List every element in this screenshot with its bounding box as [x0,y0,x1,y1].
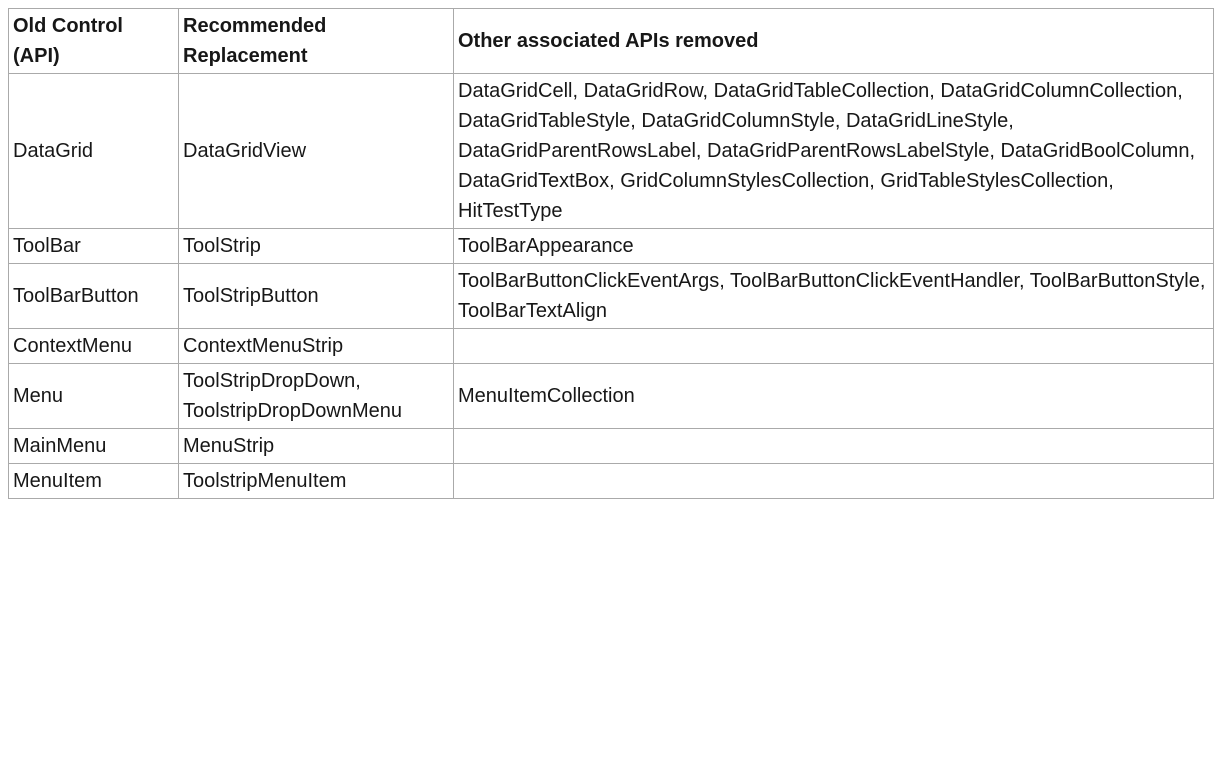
cell-old-control: MenuItem [9,464,179,499]
table-row: ToolBar ToolStrip ToolBarAppearance [9,229,1214,264]
table-row: ToolBarButton ToolStripButton ToolBarBut… [9,264,1214,329]
cell-removed [454,429,1214,464]
table-header-row: Old Control (API) Recommended Replacemen… [9,9,1214,74]
cell-removed: MenuItemCollection [454,364,1214,429]
cell-old-control: MainMenu [9,429,179,464]
cell-removed [454,464,1214,499]
cell-replacement: ToolStripDropDown, ToolstripDropDownMenu [179,364,454,429]
cell-old-control: ToolBar [9,229,179,264]
cell-old-control: DataGrid [9,74,179,229]
cell-old-control: Menu [9,364,179,429]
cell-replacement: ToolStripButton [179,264,454,329]
cell-old-control: ContextMenu [9,329,179,364]
cell-replacement: MenuStrip [179,429,454,464]
col-header-removed: Other associated APIs removed [454,9,1214,74]
api-replacement-table: Old Control (API) Recommended Replacemen… [8,8,1214,499]
cell-removed [454,329,1214,364]
table-row: MainMenu MenuStrip [9,429,1214,464]
cell-removed: DataGridCell, DataGridRow, DataGridTable… [454,74,1214,229]
cell-removed: ToolBarAppearance [454,229,1214,264]
table-row: MenuItem ToolstripMenuItem [9,464,1214,499]
col-header-replacement: Recommended Replacement [179,9,454,74]
table-row: DataGrid DataGridView DataGridCell, Data… [9,74,1214,229]
cell-replacement: DataGridView [179,74,454,229]
table-row: Menu ToolStripDropDown, ToolstripDropDow… [9,364,1214,429]
cell-replacement: ToolStrip [179,229,454,264]
cell-replacement: ToolstripMenuItem [179,464,454,499]
col-header-old-control: Old Control (API) [9,9,179,74]
cell-removed: ToolBarButtonClickEventArgs, ToolBarButt… [454,264,1214,329]
cell-old-control: ToolBarButton [9,264,179,329]
cell-replacement: ContextMenuStrip [179,329,454,364]
table-row: ContextMenu ContextMenuStrip [9,329,1214,364]
